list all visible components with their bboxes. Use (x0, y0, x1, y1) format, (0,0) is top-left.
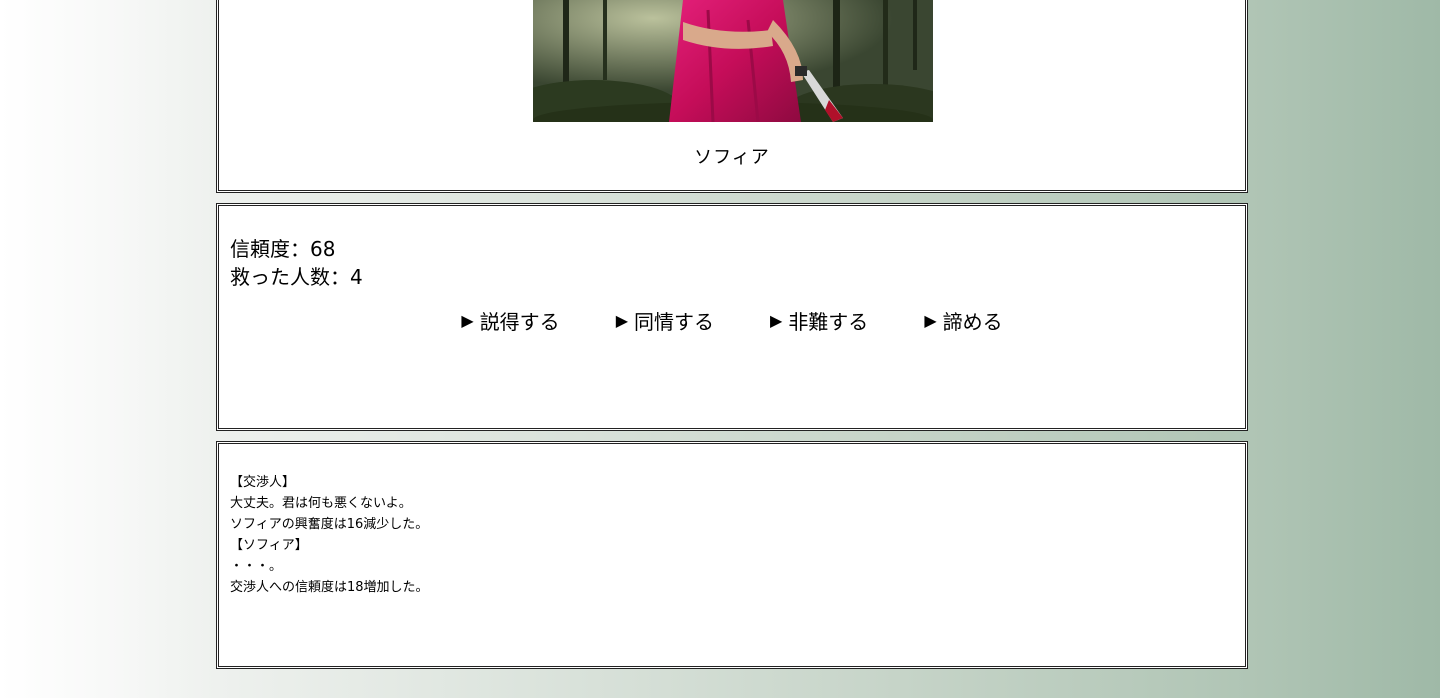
persuade-button[interactable]: ▶ 説得する (461, 306, 559, 335)
play-triangle-icon: ▶ (461, 311, 474, 330)
trust-level: 信頼度：68 (230, 237, 336, 261)
action-label: 諦める (942, 310, 1003, 334)
log-line: ・・・。 (230, 559, 283, 574)
log-line: 【ソフィア】 (230, 538, 308, 553)
play-triangle-icon: ▶ (770, 311, 783, 330)
saved-count: 救った人数：4 (230, 265, 363, 289)
condemn-button[interactable]: ▶ 非難する (770, 306, 868, 335)
message-log-panel: 【交渉人】 大丈夫。君は何も悪くないよ。 ソフィアの興奮度は16減少した。 【ソ… (216, 441, 1248, 669)
character-name: ソフィア (694, 147, 770, 168)
portrait-illustration (533, 0, 933, 122)
log-line: 大丈夫。君は何も悪くないよ。 (230, 496, 412, 511)
message-log: 【交渉人】 大丈夫。君は何も悪くないよ。 ソフィアの興奮度は16減少した。 【ソ… (230, 472, 429, 598)
log-line: ソフィアの興奮度は16減少した。 (230, 517, 429, 532)
status-panel: 信頼度：68 救った人数：4 ▶ 説得する ▶ 同情する ▶ 非難する ▶ 諦め… (216, 203, 1248, 431)
action-label: 同情する (634, 310, 714, 334)
log-line: 交渉人への信頼度は18増加した。 (230, 580, 429, 595)
action-label: 非難する (788, 310, 869, 334)
play-triangle-icon: ▶ (615, 311, 628, 330)
sympathize-button[interactable]: ▶ 同情する (616, 306, 714, 335)
character-portrait (533, 0, 933, 122)
action-menu: ▶ 説得する ▶ 同情する ▶ 非難する ▶ 諦める (219, 306, 1245, 335)
portrait-panel: ソフィア (216, 0, 1248, 193)
play-triangle-icon: ▶ (924, 311, 937, 330)
action-label: 説得する (479, 310, 560, 334)
give-up-button[interactable]: ▶ 諦める (924, 306, 1002, 335)
log-line: 【交渉人】 (230, 475, 296, 490)
